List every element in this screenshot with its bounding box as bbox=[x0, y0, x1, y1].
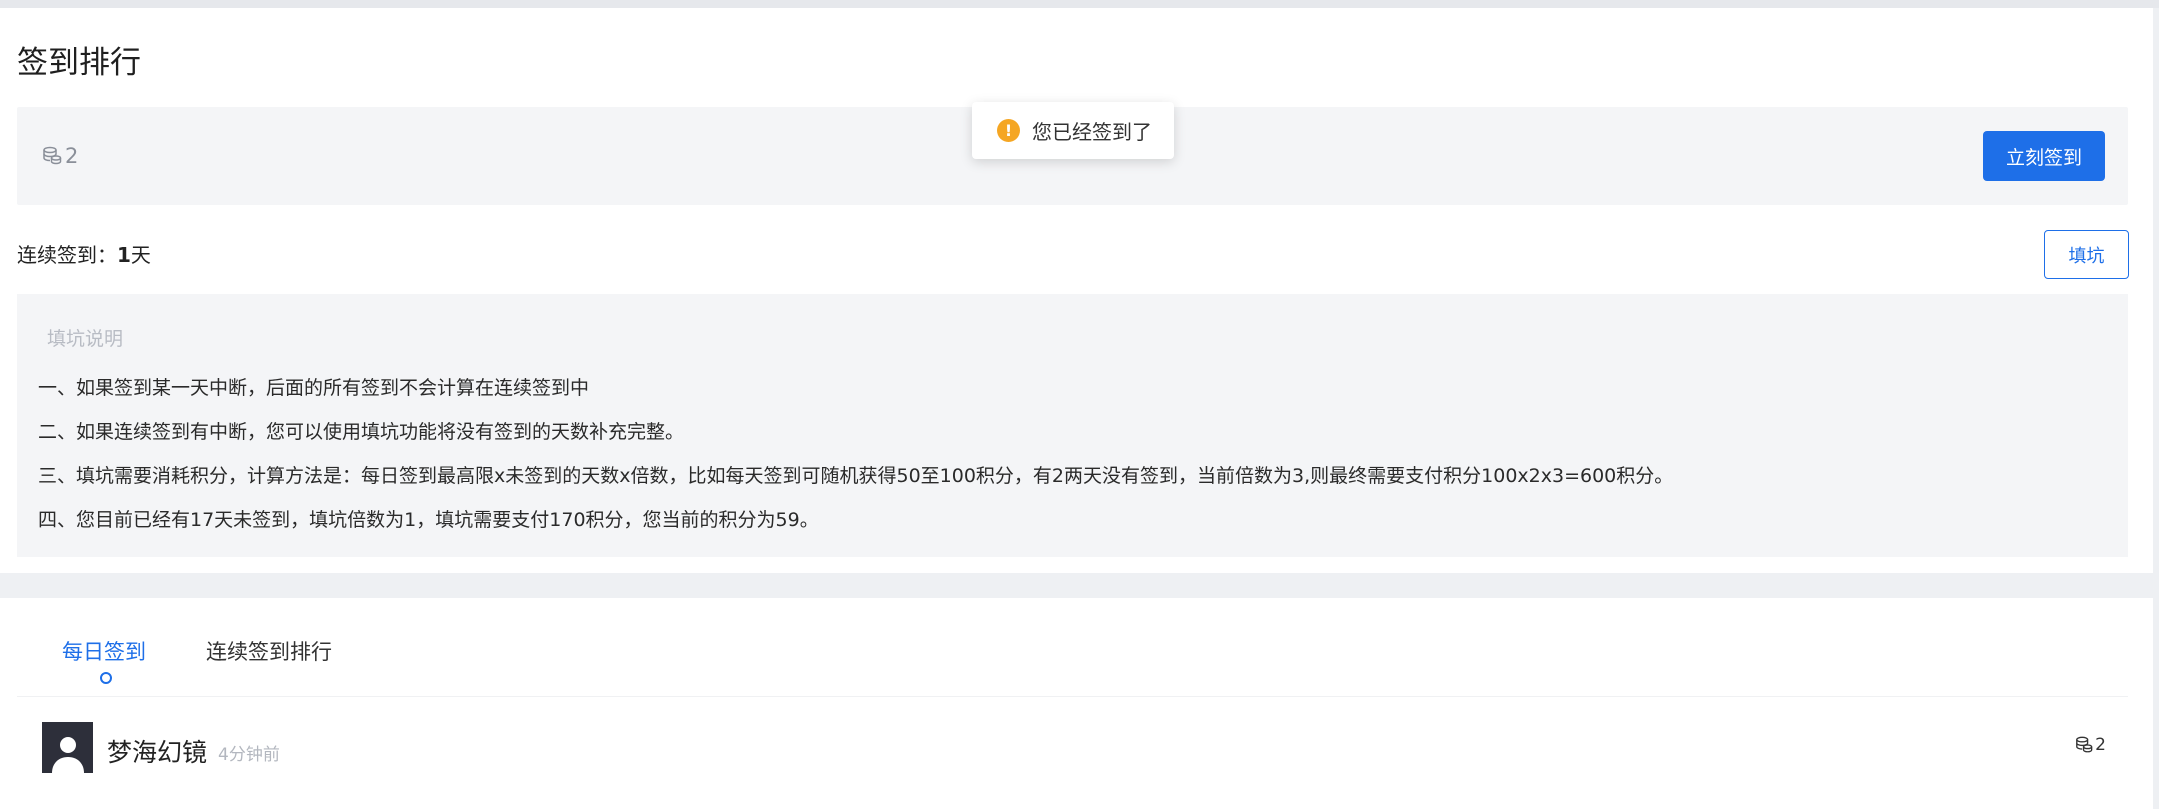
tab-label: 每日签到 bbox=[62, 640, 146, 664]
page-title: 签到排行 bbox=[17, 45, 141, 81]
tab-streak-ranking[interactable]: 连续签到排行 bbox=[206, 636, 332, 666]
warning-icon: ! bbox=[997, 119, 1020, 142]
row-coin-count: 2 bbox=[2095, 735, 2106, 755]
checkin-time: 4分钟前 bbox=[218, 745, 280, 765]
coins-icon bbox=[43, 146, 62, 165]
note-item: 三、填坑需要消耗积分，计算方法是：每日签到最高限x未签到的天数x倍数，比如每天签… bbox=[38, 465, 1674, 487]
tab-daily-checkin[interactable]: 每日签到 bbox=[62, 636, 146, 684]
note-item: 四、您目前已经有17天未签到，填坑倍数为1，填坑需要支付170积分，您当前的积分… bbox=[38, 509, 819, 531]
streak-unit: 天 bbox=[130, 243, 151, 267]
list-item: 梦海幻镜 4分钟前 2 bbox=[17, 696, 2128, 795]
checkin-card: 签到排行 2 立刻签到 连续签到：1天 填坑 填坑说明 一、如果签到某一天中断，… bbox=[0, 8, 2153, 573]
avatar bbox=[42, 722, 93, 773]
notes-list: 一、如果签到某一天中断，后面的所有签到不会计算在连续签到中 二、如果连续签到有中… bbox=[38, 366, 1673, 542]
fill-gap-button[interactable]: 填坑 bbox=[2044, 230, 2129, 279]
streak-days: 1 bbox=[117, 243, 131, 267]
checkin-now-button[interactable]: 立刻签到 bbox=[1983, 131, 2105, 181]
tab-label: 连续签到排行 bbox=[206, 640, 332, 664]
coin-count: 2 bbox=[65, 144, 79, 168]
coin-balance: 2 bbox=[42, 144, 78, 168]
note-item: 一、如果签到某一天中断，后面的所有签到不会计算在连续签到中 bbox=[38, 377, 590, 399]
active-tab-indicator bbox=[100, 672, 112, 684]
user-name[interactable]: 梦海幻镜 bbox=[107, 733, 207, 769]
fill-gap-notes: 填坑说明 一、如果签到某一天中断，后面的所有签到不会计算在连续签到中 二、如果连… bbox=[17, 294, 2128, 557]
streak-label: 连续签到： bbox=[17, 243, 117, 267]
top-bar bbox=[0, 0, 2159, 8]
user-icon bbox=[51, 737, 84, 773]
toast-notification: ! 您已经签到了 bbox=[972, 102, 1174, 159]
row-coins: 2 bbox=[2075, 735, 2106, 755]
notes-title: 填坑说明 bbox=[47, 328, 124, 350]
streak-info: 连续签到：1天 bbox=[17, 241, 151, 269]
coins-icon bbox=[2076, 736, 2093, 753]
toast-message: 您已经签到了 bbox=[1032, 120, 1152, 144]
note-item: 二、如果连续签到有中断，您可以使用填坑功能将没有签到的天数补充完整。 bbox=[38, 421, 685, 443]
ranking-tabs: 每日签到 连续签到排行 bbox=[62, 636, 392, 684]
